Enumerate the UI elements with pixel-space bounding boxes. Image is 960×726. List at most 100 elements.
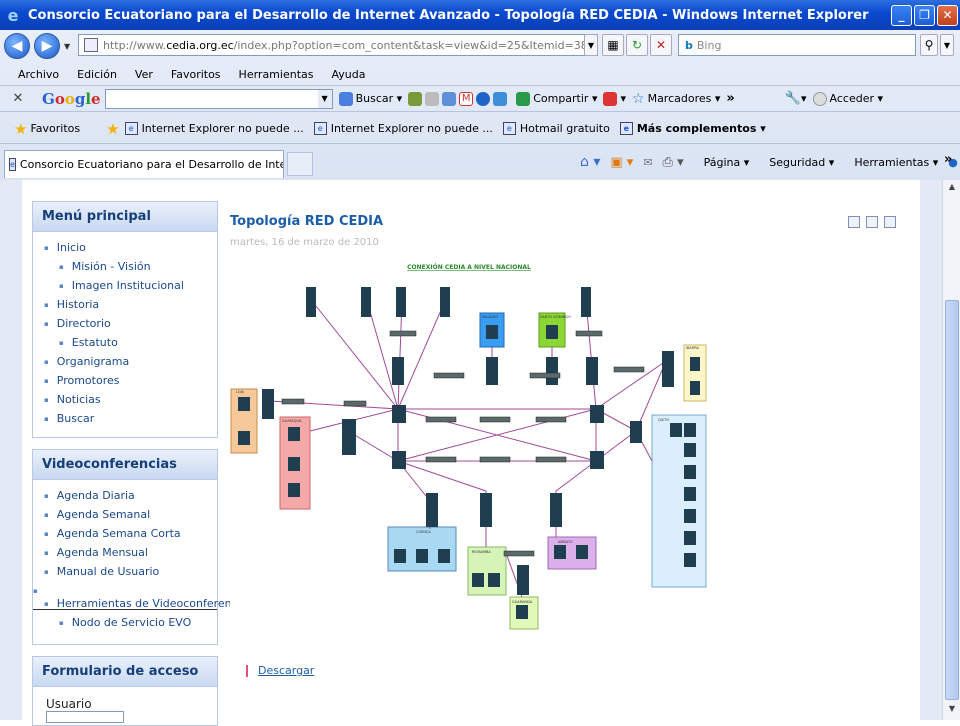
diagram-heading: CONEXIÓN CEDIA A NIVEL NACIONAL xyxy=(407,264,531,271)
menu-item-herramientas-videoconferencia[interactable]: Herramientas de Videoconferencia xyxy=(33,594,248,613)
article-title[interactable]: Topología RED CEDIA xyxy=(230,214,383,229)
google-search-input[interactable]: ▼ xyxy=(104,88,333,109)
menu-item-inicio[interactable]: Inicio xyxy=(33,238,217,257)
menu-item-imagen-institucional[interactable]: Imagen Institucional xyxy=(33,276,217,295)
region-quito xyxy=(651,414,707,588)
search-placeholder: Bing xyxy=(696,38,722,52)
scroll-thumb[interactable] xyxy=(945,300,959,700)
menu-item-buscar[interactable]: Buscar xyxy=(33,409,217,428)
menu-item-noticias[interactable]: Noticias xyxy=(33,390,217,409)
addons-icon: e xyxy=(619,122,633,135)
toolbar-more-button[interactable]: » xyxy=(726,91,734,106)
search-options-icon[interactable]: ▼ xyxy=(940,34,954,56)
pdf-icon[interactable] xyxy=(848,216,860,228)
command-bar-more[interactable]: » xyxy=(944,152,952,167)
tab-cedia[interactable]: e Consorcio Ecuatoriano para el Desarrol… xyxy=(4,150,284,178)
menu-ayuda[interactable]: Ayuda xyxy=(331,68,365,81)
history-dropdown-icon[interactable]: ▼ xyxy=(64,42,70,51)
label-ibarra: IBARRA xyxy=(686,346,700,350)
menu-favoritos[interactable]: Favoritos xyxy=(171,68,221,81)
vertical-scrollbar[interactable]: ▲ ▼ xyxy=(942,180,960,720)
close-button[interactable]: ✕ xyxy=(937,4,958,26)
user-icon xyxy=(812,91,827,106)
minimize-button[interactable]: _ xyxy=(891,4,912,26)
menu-item-estatuto[interactable]: Estatuto xyxy=(33,333,217,352)
scroll-down-icon[interactable]: ▼ xyxy=(945,704,959,718)
menu-item-nodo-servicio-evo[interactable]: Nodo de Servicio EVO xyxy=(33,613,217,632)
compatibility-view-icon[interactable]: ▦ xyxy=(602,34,624,56)
address-bar[interactable]: http://www. cedia.org.ec/index.php?option… xyxy=(78,34,598,56)
add-favorite-icon[interactable]: ★ xyxy=(106,120,122,138)
print-icon[interactable]: ⎙ ▾ xyxy=(663,155,684,170)
spell-check-button[interactable]: ▾ xyxy=(603,91,626,106)
wrench-button[interactable]: 🔧 ▾ xyxy=(785,91,807,106)
videoconferencias-box: Videoconferencias Agenda Diaria Agenda S… xyxy=(32,449,248,645)
menu-edicion[interactable]: Edición xyxy=(77,68,117,81)
menu-item-agenda-semanal[interactable]: Agenda Semanal xyxy=(33,505,217,524)
favorites-bar: ★ Favoritos ★ e Internet Explorer no puede… xyxy=(0,114,960,144)
toolbar-tools-icons[interactable]: M xyxy=(408,91,510,106)
favoritos-button[interactable]: ★ Favoritos xyxy=(14,120,80,138)
bing-icon: b xyxy=(685,38,693,52)
buscar-button[interactable]: Buscar ▾ xyxy=(338,91,402,106)
read-mail-icon[interactable]: ✉ xyxy=(643,156,652,169)
menu-principal-box: Menú principal Inicio Misión - Visión Im… xyxy=(32,201,218,438)
share-icon xyxy=(516,91,531,106)
usuario-input[interactable] xyxy=(46,711,124,723)
label-riobamba: RIOBAMBA xyxy=(472,550,491,554)
menu-bar: Archivo Edición Ver Favoritos Herramient… xyxy=(0,64,960,86)
menu-item-agenda-diaria[interactable]: Agenda Diaria xyxy=(33,486,217,505)
globe-icon xyxy=(476,91,491,106)
favorite-link-1[interactable]: e Internet Explorer no puede ... xyxy=(124,122,304,135)
print-article-icon[interactable] xyxy=(866,216,878,228)
compartir-button[interactable]: Compartir ▾ xyxy=(516,91,597,106)
acceder-button[interactable]: Acceder ▾ xyxy=(812,91,883,106)
menu-item-promotores[interactable]: Promotores xyxy=(33,371,217,390)
search-icon[interactable]: ⚲ xyxy=(920,34,938,56)
menu-item-mision-vision[interactable]: Misión - Visión xyxy=(33,257,217,276)
maximize-button[interactable]: ❐ xyxy=(914,4,935,26)
herramientas-menu[interactable]: Herramientas ▾ xyxy=(844,156,938,169)
menu-herramientas[interactable]: Herramientas xyxy=(239,68,314,81)
address-dropdown-icon[interactable]: ▼ xyxy=(584,34,598,56)
tab-page-icon: e xyxy=(9,158,16,171)
google-search-dropdown-icon[interactable]: ▼ xyxy=(317,89,332,108)
back-button[interactable]: ◀ xyxy=(4,33,30,59)
menu-item-agenda-mensual[interactable]: Agenda Mensual xyxy=(33,543,217,562)
tab-row: e Consorcio Ecuatoriano para el Desarrol… xyxy=(0,146,960,180)
menu-item-directorio[interactable]: Directorio xyxy=(33,314,217,333)
forward-button[interactable]: ▶ xyxy=(34,33,60,59)
stop-icon[interactable]: ✕ xyxy=(650,34,672,56)
download-row: Descargar xyxy=(230,664,314,677)
scroll-up-icon[interactable]: ▲ xyxy=(945,182,959,196)
menu-item-manual-usuario[interactable]: Manual de Usuario xyxy=(33,562,217,581)
label-milagro: MILAGRO xyxy=(482,315,499,319)
marcadores-button[interactable]: ☆ Marcadores ▾ xyxy=(632,91,720,107)
new-tab-button[interactable] xyxy=(287,152,313,176)
ie-page-icon: e xyxy=(313,122,327,135)
home-icon[interactable]: ⌂ ▾ xyxy=(580,154,600,170)
seguridad-label: Seguridad xyxy=(769,155,826,169)
menu-archivo[interactable]: Archivo xyxy=(18,68,59,81)
translate-icon xyxy=(408,91,423,106)
refresh-icon[interactable]: ↻ xyxy=(626,34,648,56)
menu-item-historia[interactable]: Historia xyxy=(33,295,217,314)
label-guaranda: GUARANDA xyxy=(512,600,533,604)
mas-complementos-button[interactable]: e Más complementos ▾ xyxy=(619,122,766,135)
menu-item-organigrama[interactable]: Organigrama xyxy=(33,352,217,371)
pagina-menu[interactable]: Página ▾ xyxy=(694,156,750,169)
menu-item-agenda-semana-corta[interactable]: Agenda Semana Corta xyxy=(33,524,217,543)
favorite-link-2[interactable]: e Internet Explorer no puede ... xyxy=(313,122,493,135)
url-path: /index.php?option=com_content&task=view&… xyxy=(233,38,588,52)
seguridad-menu[interactable]: Seguridad ▾ xyxy=(759,156,834,169)
menu-ver[interactable]: Ver xyxy=(135,68,153,81)
bookmark-star-icon: ☆ xyxy=(632,90,645,107)
descargar-link[interactable]: Descargar xyxy=(258,664,314,677)
favorite-link-3[interactable]: e Hotmail gratuito xyxy=(502,122,610,135)
email-article-icon[interactable] xyxy=(884,216,896,228)
rss-feed-icon[interactable]: ▣ ▾ xyxy=(610,155,633,170)
usuario-label: Usuario xyxy=(46,697,92,711)
search-box[interactable]: b Bing xyxy=(678,34,916,56)
close-toolbar-icon[interactable]: ✕ xyxy=(8,91,28,106)
videoconferencias-title: Videoconferencias xyxy=(33,450,217,480)
